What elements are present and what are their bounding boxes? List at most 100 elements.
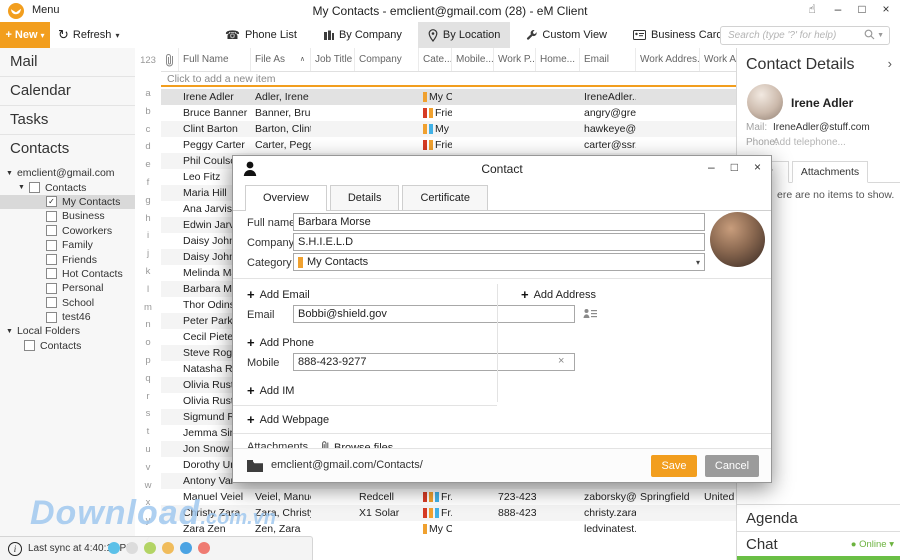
column-header-file-as[interactable]: File As∧ — [251, 48, 311, 71]
checkbox-unchecked[interactable] — [24, 340, 35, 351]
checkbox-unchecked[interactable] — [46, 240, 57, 251]
column-header-work-address-2[interactable]: Work Ad — [700, 48, 737, 71]
add-telephone-placeholder[interactable]: Add telephone... — [773, 137, 846, 148]
touch-mode-icon[interactable]: ☝ — [802, 2, 822, 16]
minimize-button[interactable]: – — [828, 2, 848, 16]
expander-icon[interactable]: ▼ — [18, 184, 25, 191]
email-field[interactable] — [293, 305, 575, 323]
checkbox-unchecked[interactable] — [46, 268, 57, 279]
new-button[interactable]: + New ▾ — [0, 22, 50, 48]
agenda-section-header[interactable]: Agenda — [737, 504, 900, 532]
sidebar-item-contacts[interactable]: Contacts — [0, 135, 135, 163]
tree-item-school[interactable]: School — [0, 296, 135, 310]
column-header-home[interactable]: Home... — [536, 48, 580, 71]
column-header-email[interactable]: Email — [580, 48, 636, 71]
sidebar-item-tasks[interactable]: Tasks — [0, 106, 135, 135]
custom-view-button[interactable]: Custom View — [516, 22, 617, 48]
table-row[interactable]: Manuel VeielVeiel, ManuelRedcellFr...723… — [161, 489, 737, 505]
index-l[interactable]: l — [135, 284, 161, 295]
expander-icon[interactable]: ▼ — [6, 170, 13, 177]
tree-item-my-contacts[interactable]: ✓My Contacts — [0, 195, 135, 209]
tree-item-local-folders[interactable]: ▼Local Folders — [0, 324, 135, 338]
index-p[interactable]: p — [135, 355, 161, 366]
index-u[interactable]: u — [135, 444, 161, 455]
add-address-button[interactable]: +Add Address — [521, 287, 596, 302]
menu-button[interactable]: Menu — [32, 4, 60, 16]
tree-item-business[interactable]: Business — [0, 209, 135, 223]
tab-details[interactable]: Details — [330, 185, 400, 210]
save-button[interactable]: Save — [651, 455, 697, 477]
tree-item-hot-contacts[interactable]: Hot Contacts — [0, 267, 135, 281]
index-b[interactable]: b — [135, 106, 161, 117]
expander-icon[interactable]: ▼ — [6, 328, 13, 335]
table-row[interactable]: Irene AdlerAdler, IreneMy C...IreneAdler… — [161, 89, 737, 105]
index-m[interactable]: m — [135, 302, 161, 313]
column-header-mobile[interactable]: Mobile... — [452, 48, 494, 71]
attachment-column-header[interactable] — [161, 48, 179, 71]
dialog-maximize-button[interactable]: □ — [731, 160, 738, 174]
index-k[interactable]: k — [135, 266, 161, 277]
add-email-button[interactable]: +Add Email — [247, 287, 310, 302]
index-g[interactable]: g — [135, 195, 161, 206]
maximize-button[interactable]: □ — [852, 2, 872, 16]
info-icon[interactable]: i — [8, 542, 22, 556]
table-row[interactable]: Clint BartonBarton, ClintMy ...hawkeye@a… — [161, 121, 737, 137]
index-w[interactable]: w — [135, 480, 161, 491]
chat-status-toggle[interactable]: ● Online ▾ — [851, 532, 894, 558]
clear-field-icon[interactable]: × — [558, 355, 564, 367]
sidebar-item-mail[interactable]: Mail — [0, 48, 135, 77]
table-row[interactable]: Peggy CarterCarter, PeggyFrie...carter@s… — [161, 137, 737, 153]
tab-attachments[interactable]: Attachments — [792, 161, 868, 183]
close-button[interactable]: × — [876, 2, 896, 16]
column-header-work-address[interactable]: Work Addres... — [636, 48, 700, 71]
checkbox-unchecked[interactable] — [46, 283, 57, 294]
index-a[interactable]: a — [135, 88, 161, 99]
index-s[interactable]: s — [135, 408, 161, 419]
category-select[interactable]: My Contacts ▾ — [293, 253, 705, 271]
tree-item-personal[interactable]: Personal — [0, 281, 135, 295]
index-t[interactable]: t — [135, 426, 161, 437]
search-input[interactable] — [721, 30, 864, 41]
search-icon[interactable] — [864, 27, 875, 45]
table-row[interactable]: Christy ZaraZara, ChristyX1 SolarFr...88… — [161, 505, 737, 521]
tree-item-contacts[interactable]: ▼Contacts — [0, 180, 135, 194]
index-q[interactable]: q — [135, 373, 161, 384]
save-folder-path[interactable]: emclient@gmail.com/Contacts/ — [271, 459, 423, 471]
cancel-button[interactable]: Cancel — [705, 455, 759, 477]
refresh-button[interactable]: ↻ Refresh ▾ — [58, 22, 119, 48]
dialog-close-button[interactable]: × — [754, 160, 761, 174]
sidebar-item-calendar[interactable]: Calendar — [0, 77, 135, 106]
contact-photo[interactable] — [710, 212, 765, 267]
checkbox-unchecked[interactable] — [29, 182, 40, 193]
tab-overview[interactable]: Overview — [245, 185, 327, 211]
column-header-work-phone[interactable]: Work P... — [494, 48, 536, 71]
tree-item-family[interactable]: Family — [0, 238, 135, 252]
mobile-field[interactable] — [293, 353, 575, 371]
by-location-button[interactable]: By Location — [418, 22, 510, 48]
collapse-panel-icon[interactable]: › — [888, 56, 892, 71]
checkbox-unchecked[interactable] — [46, 297, 57, 308]
column-header-company[interactable]: Company — [355, 48, 419, 71]
index-o[interactable]: o — [135, 337, 161, 348]
index-c[interactable]: c — [135, 124, 161, 135]
index-i[interactable]: i — [135, 230, 161, 241]
index-r[interactable]: r — [135, 391, 161, 402]
tree-item-emclient-gmail-com[interactable]: ▼emclient@gmail.com — [0, 166, 135, 180]
index-f[interactable]: f — [135, 177, 161, 188]
checkbox-checked[interactable]: ✓ — [46, 196, 57, 207]
tree-item-friends[interactable]: Friends — [0, 252, 135, 266]
column-header-full-name[interactable]: Full Name — [179, 48, 251, 71]
index-h[interactable]: h — [135, 213, 161, 224]
tree-item-contacts[interactable]: Contacts — [0, 339, 135, 353]
index-e[interactable]: e — [135, 159, 161, 170]
contact-picker-icon[interactable] — [583, 307, 597, 325]
phone-list-button[interactable]: ☎Phone List — [215, 22, 307, 48]
chevron-down-icon[interactable]: ▼ — [877, 32, 884, 39]
index-x[interactable]: x — [135, 497, 161, 508]
column-header-category[interactable]: Cate... — [419, 48, 452, 71]
checkbox-unchecked[interactable] — [46, 312, 57, 323]
chat-section-header[interactable]: Chat ● Online ▾ — [737, 531, 900, 558]
mail-value[interactable]: IreneAdler@stuff.com — [773, 122, 870, 133]
full-name-field[interactable] — [293, 213, 705, 231]
index-123[interactable]: 123 — [135, 55, 161, 66]
